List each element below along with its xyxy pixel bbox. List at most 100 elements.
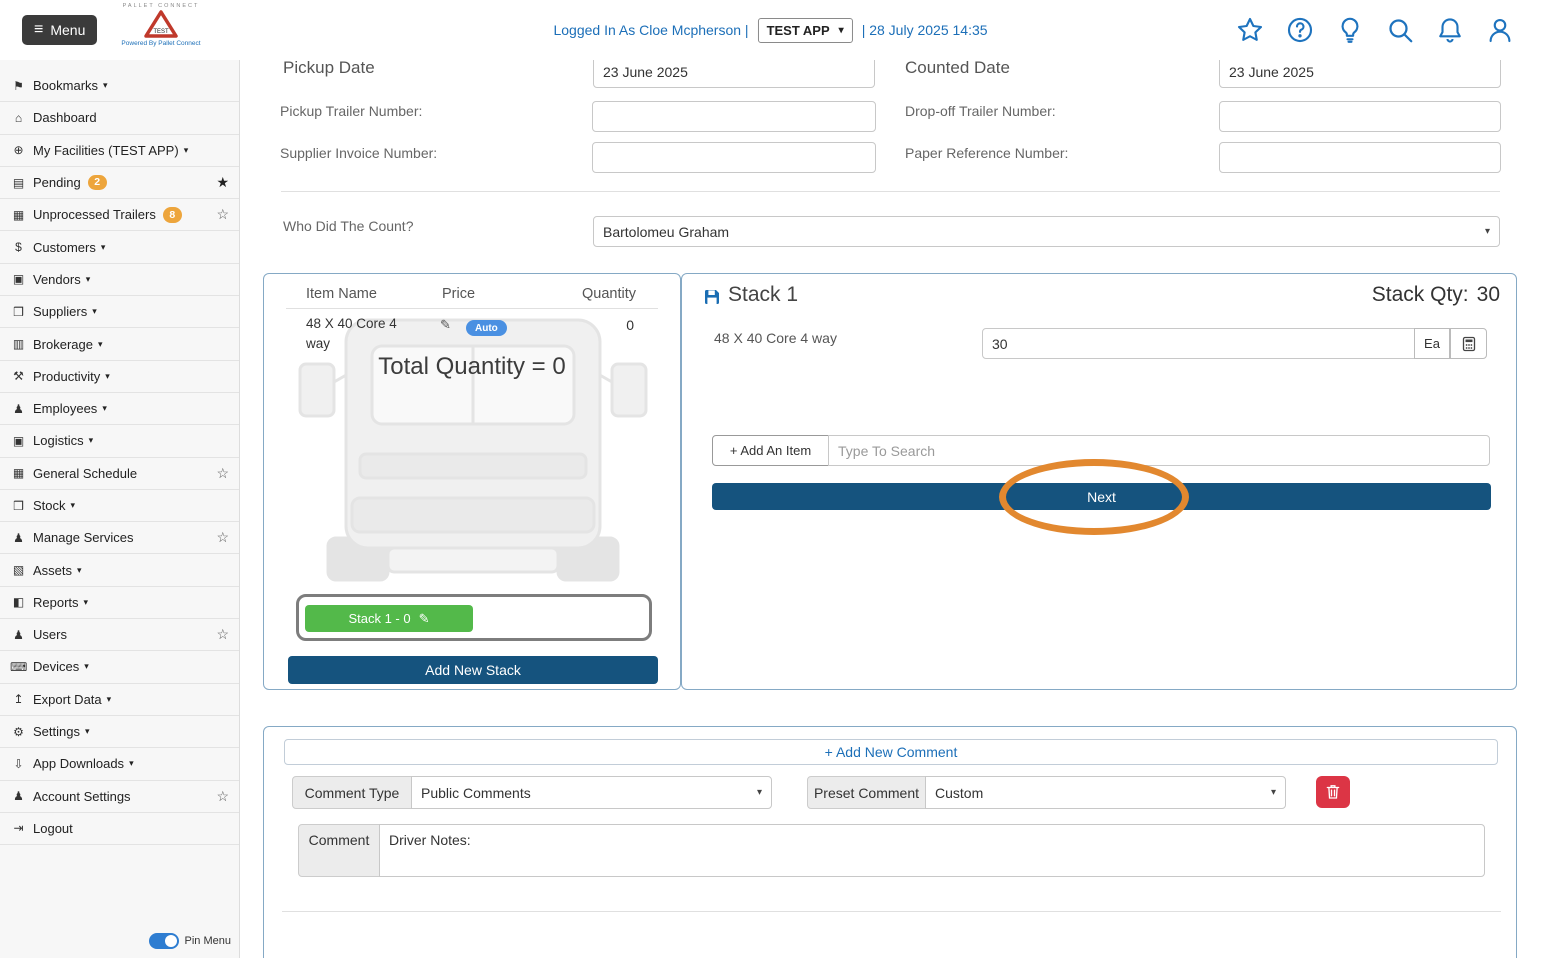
stack-qty-label: Stack Qty:: [1372, 283, 1469, 307]
toggle-switch[interactable]: [149, 933, 179, 949]
app-select[interactable]: TEST APP ▾: [758, 18, 853, 43]
save-floppy-icon[interactable]: [702, 287, 722, 307]
sidebar-item[interactable]: ↥ Export Data ▾: [0, 684, 239, 716]
sidebar-item[interactable]: ♟ Employees ▾: [0, 393, 239, 425]
dropoff-trailer-input[interactable]: [1219, 101, 1501, 132]
export-icon: ↥: [10, 692, 27, 706]
sidebar-item[interactable]: ❒ Stock ▾: [0, 490, 239, 522]
who-counted-label: Who Did The Count?: [283, 218, 413, 234]
delete-comment-button[interactable]: [1316, 776, 1350, 808]
sidebar-item[interactable]: ❒ Suppliers ▾: [0, 296, 239, 328]
sidebar-item[interactable]: $ Customers ▾: [0, 231, 239, 263]
sidebar-item-label: Reports: [33, 595, 79, 610]
services-person-icon: ♟: [10, 531, 27, 545]
download-icon: ⇩: [10, 757, 27, 771]
sidebar-item[interactable]: ▥ Brokerage ▾: [0, 328, 239, 360]
comment-textarea[interactable]: Driver Notes:: [379, 824, 1485, 877]
topbar-icons: [1235, 15, 1515, 45]
chevron-down-icon: ▾: [1485, 226, 1490, 237]
sidebar-item[interactable]: ⊕ My Facilities (TEST APP) ▾: [0, 135, 239, 167]
favorite-star-icon[interactable]: [216, 529, 229, 546]
comment-label: Comment: [298, 824, 380, 877]
sidebar-item-label: Assets: [33, 563, 72, 578]
sidebar-item[interactable]: ⇩ App Downloads ▾: [0, 748, 239, 780]
favorite-star-icon[interactable]: [216, 206, 229, 223]
preset-comment-select[interactable]: Custom ▾: [925, 776, 1286, 809]
help-button[interactable]: [1285, 15, 1315, 45]
ideas-button[interactable]: [1335, 15, 1365, 45]
comment-type-select[interactable]: Public Comments ▾: [411, 776, 772, 809]
account-button[interactable]: [1485, 15, 1515, 45]
add-an-item-button[interactable]: + Add An Item: [712, 435, 829, 466]
sidebar-item[interactable]: ⌨ Devices ▾: [0, 651, 239, 683]
users-icon: ♟: [10, 628, 27, 642]
sidebar-item-label: General Schedule: [33, 466, 137, 481]
add-new-comment-button[interactable]: + Add New Comment: [284, 739, 1498, 765]
pin-menu-label: Pin Menu: [185, 935, 231, 947]
sidebar-item[interactable]: ♟ Account Settings: [0, 781, 239, 813]
logo-caption: Powered By Pallet Connect: [118, 40, 204, 47]
edit-item-icon[interactable]: ✎: [440, 317, 451, 333]
pickup-trailer-input[interactable]: [592, 101, 876, 132]
menu-button[interactable]: ≡ Menu: [22, 15, 97, 45]
sidebar-item[interactable]: ◧ Reports ▾: [0, 587, 239, 619]
sidebar-item[interactable]: ♟ Users: [0, 619, 239, 651]
sidebar-item[interactable]: ▤ Pending 2: [0, 167, 239, 199]
chevron-down-icon: ▾: [77, 565, 82, 576]
next-button[interactable]: Next: [712, 483, 1491, 510]
sidebar-item[interactable]: ⚙ Settings ▾: [0, 716, 239, 748]
user-icon: [1485, 15, 1515, 45]
dollar-icon: $: [10, 240, 27, 254]
stack-item-qty-input[interactable]: [982, 328, 1415, 359]
favorite-star-icon[interactable]: [216, 465, 229, 482]
logged-in-text: Logged In As Cloe Mcpherson |: [553, 22, 748, 38]
sidebar-item[interactable]: ▣ Vendors ▾: [0, 264, 239, 296]
sidebar-item[interactable]: ⚑ Bookmarks ▾: [0, 70, 239, 102]
column-header-item-name: Item Name: [306, 286, 377, 302]
pin-menu-toggle[interactable]: Pin Menu: [149, 933, 231, 949]
sidebar-item-label: Users: [33, 627, 67, 642]
stock-boxes-icon: ❒: [10, 499, 27, 513]
sidebar-item[interactable]: ⌂ Dashboard: [0, 102, 239, 134]
who-counted-select[interactable]: Bartolomeu Graham ▾: [593, 216, 1500, 247]
app-select-value: TEST APP: [767, 23, 830, 38]
notifications-button[interactable]: [1435, 15, 1465, 45]
sidebar-item[interactable]: ▦ Unprocessed Trailers 8: [0, 199, 239, 231]
favorite-star-icon[interactable]: [216, 626, 229, 643]
paper-reference-input[interactable]: [1219, 142, 1501, 173]
counted-date-input[interactable]: [1219, 60, 1501, 88]
sidebar-item[interactable]: ▦ General Schedule: [0, 458, 239, 490]
chevron-down-icon: ▾: [98, 339, 103, 350]
divider: [282, 911, 1501, 912]
sidebar-item[interactable]: ♟ Manage Services: [0, 522, 239, 554]
sidebar-item-label: Settings: [33, 724, 80, 739]
sidebar-item-label: Suppliers: [33, 304, 87, 319]
calculator-button[interactable]: [1450, 328, 1487, 359]
sidebar-item-label: My Facilities (TEST APP): [33, 143, 179, 158]
stack-chip-button[interactable]: Stack 1 - 0 ✎: [305, 605, 473, 632]
add-new-stack-button[interactable]: Add New Stack: [288, 656, 658, 684]
sidebar-item[interactable]: ⚒ Productivity ▾: [0, 361, 239, 393]
favorite-star-icon[interactable]: [216, 788, 229, 805]
sidebar-item-label: Vendors: [33, 272, 81, 287]
favorites-button[interactable]: [1235, 15, 1265, 45]
item-search-input[interactable]: [828, 435, 1490, 466]
lightbulb-icon: [1335, 15, 1365, 45]
comment-type-label: Comment Type: [292, 776, 412, 809]
sidebar-item[interactable]: ▧ Assets ▾: [0, 554, 239, 586]
unit-ea-button[interactable]: Ea: [1414, 328, 1450, 359]
chevron-down-icon: ▾: [184, 145, 189, 156]
auto-price-badge: Auto: [466, 320, 507, 336]
chart-icon: ◧: [10, 595, 27, 609]
stack-qty-readout: Stack Qty: 30: [1372, 283, 1500, 307]
chevron-down-icon: ▾: [86, 274, 91, 285]
favorite-star-icon[interactable]: [216, 174, 229, 191]
sidebar-item[interactable]: ▣ Logistics ▾: [0, 425, 239, 457]
count-badge: 8: [163, 207, 182, 223]
building-icon: ▥: [10, 337, 27, 351]
supplier-invoice-input[interactable]: [592, 142, 876, 173]
search-button[interactable]: [1385, 15, 1415, 45]
pickup-date-input[interactable]: [593, 60, 875, 88]
topbar-session-info: Logged In As Cloe Mcpherson | TEST APP ▾…: [553, 0, 987, 60]
sidebar-item[interactable]: ⇥ Logout: [0, 813, 239, 845]
